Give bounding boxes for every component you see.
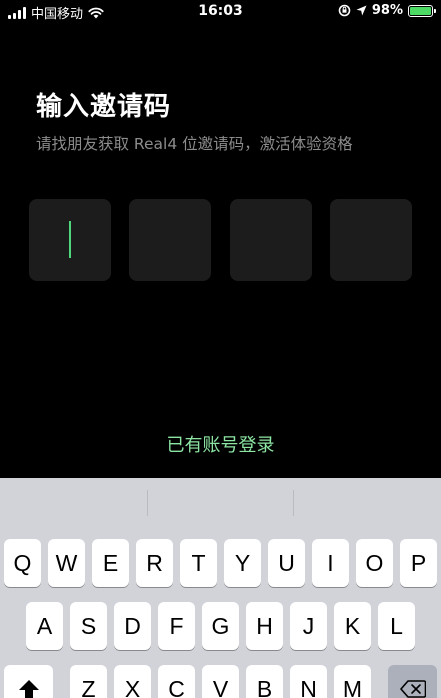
key-k[interactable]: K (334, 602, 371, 650)
key-g[interactable]: G (202, 602, 239, 650)
key-r[interactable]: R (136, 539, 173, 587)
key-u[interactable]: U (268, 539, 305, 587)
key-a[interactable]: A (26, 602, 63, 650)
key-i[interactable]: I (312, 539, 349, 587)
shift-key[interactable] (4, 665, 53, 698)
code-box-1[interactable] (29, 199, 111, 281)
suggestion-divider (147, 490, 148, 516)
location-arrow-icon (356, 5, 367, 16)
key-t[interactable]: T (180, 539, 217, 587)
key-m[interactable]: M (334, 665, 371, 698)
key-z[interactable]: Z (70, 665, 107, 698)
page-title: 输入邀请码 (36, 92, 172, 122)
battery-icon (408, 4, 436, 17)
suggestion-bar (0, 478, 441, 528)
suggestion-divider (293, 490, 294, 516)
key-p[interactable]: P (400, 539, 437, 587)
text-caret (69, 221, 71, 258)
code-box-4[interactable] (329, 199, 412, 281)
key-s[interactable]: S (70, 602, 107, 650)
key-x[interactable]: X (114, 665, 151, 698)
key-h[interactable]: H (246, 602, 283, 650)
orientation-lock-icon (338, 4, 351, 17)
key-e[interactable]: E (92, 539, 129, 587)
key-l[interactable]: L (378, 602, 415, 650)
status-bar: 中国移动 16:03 98% (0, 0, 441, 24)
invite-code-input[interactable] (29, 199, 412, 281)
key-f[interactable]: F (158, 602, 195, 650)
code-box-2[interactable] (129, 199, 212, 281)
key-q[interactable]: Q (4, 539, 41, 587)
battery-fill (410, 6, 431, 15)
key-j[interactable]: J (290, 602, 327, 650)
page-subtitle: 请找朋友获取 Real4 位邀请码，激活体验资格 (36, 135, 353, 153)
status-right: 98% (338, 3, 436, 18)
key-c[interactable]: C (158, 665, 195, 698)
key-w[interactable]: W (48, 539, 85, 587)
backspace-icon (399, 680, 426, 698)
keyboard: Q W E R T Y U I O P A S D F G H J K L Z … (0, 478, 441, 698)
key-n[interactable]: N (290, 665, 327, 698)
key-o[interactable]: O (356, 539, 393, 587)
code-box-3[interactable] (229, 199, 312, 281)
key-v[interactable]: V (202, 665, 239, 698)
key-d[interactable]: D (114, 602, 151, 650)
battery-percent: 98% (371, 3, 403, 18)
key-b[interactable]: B (246, 665, 283, 698)
existing-account-login-link[interactable]: 已有账号登录 (0, 431, 441, 457)
shift-arrow-icon (18, 680, 39, 698)
backspace-key[interactable] (388, 665, 437, 698)
key-y[interactable]: Y (224, 539, 261, 587)
